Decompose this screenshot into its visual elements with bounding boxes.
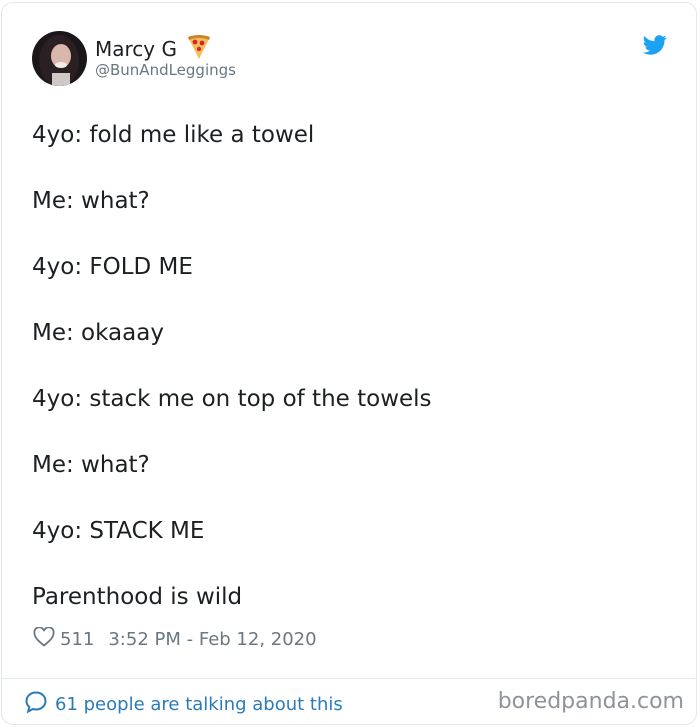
- avatar[interactable]: [32, 31, 87, 86]
- user-handle[interactable]: @BunAndLeggings: [95, 61, 236, 79]
- watermark: boredpanda.com: [497, 689, 684, 714]
- tweet-line: 4yo: FOLD ME: [32, 254, 193, 280]
- tweet-line: Me: what?: [32, 188, 150, 214]
- display-name[interactable]: Marcy G: [95, 37, 177, 61]
- heart-icon[interactable]: [33, 626, 60, 652]
- like-count[interactable]: 511: [60, 629, 94, 650]
- tweet-line: Me: okaaay: [32, 320, 164, 346]
- timestamp[interactable]: 3:52 PM - Feb 12, 2020: [108, 629, 316, 650]
- author-name-row: Marcy G: [95, 34, 211, 64]
- tweet-line: 4yo: STACK ME: [32, 518, 205, 544]
- talking-text: 61 people are talking about this: [55, 694, 343, 715]
- tweet-line: 4yo: stack me on top of the towels: [32, 386, 432, 412]
- tweet-line: 4yo: fold me like a towel: [32, 122, 315, 148]
- tweet-line: Me: what?: [32, 452, 150, 478]
- tweet-card: [1, 2, 697, 725]
- tweet-line: Parenthood is wild: [32, 584, 243, 610]
- comment-bubble-icon: [24, 690, 55, 719]
- divider: [1, 678, 695, 679]
- tweet-meta: 511 3:52 PM - Feb 12, 2020: [33, 626, 317, 652]
- pizza-icon: [177, 34, 211, 64]
- talking-link[interactable]: 61 people are talking about this: [24, 690, 343, 719]
